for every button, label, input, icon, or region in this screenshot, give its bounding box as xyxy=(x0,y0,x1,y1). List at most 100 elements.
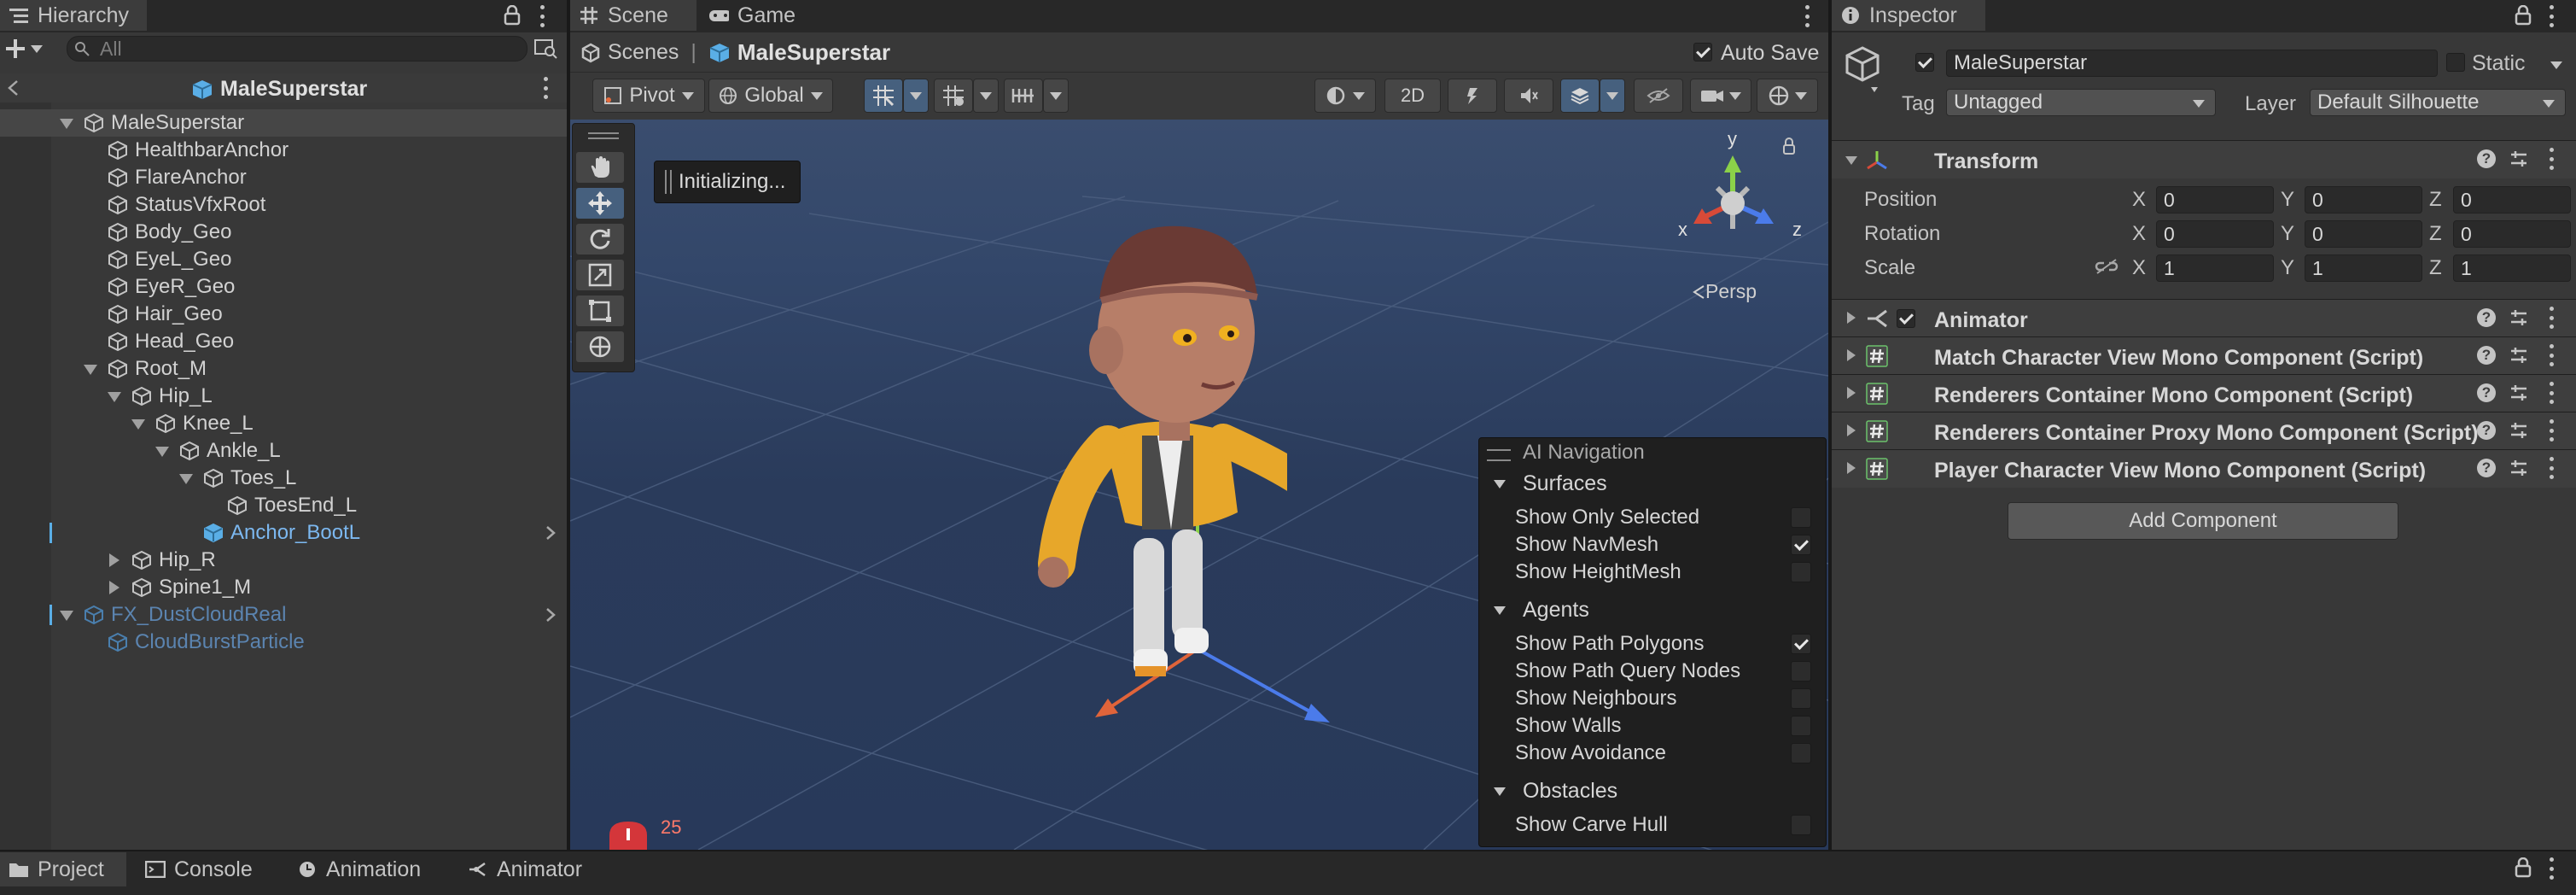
gameobject-name-field[interactable]: MaleSuperstar xyxy=(1946,50,2438,77)
inspector-lock-icon[interactable] xyxy=(2515,4,2532,30)
section-foldout-icon[interactable] xyxy=(1494,606,1506,615)
presets-icon[interactable] xyxy=(2509,346,2528,365)
nav-option-checkbox[interactable] xyxy=(1791,535,1811,555)
help-icon[interactable]: ? xyxy=(2477,459,2496,477)
nav-option-checkbox[interactable] xyxy=(1791,815,1811,835)
help-icon[interactable]: ? xyxy=(2477,149,2496,168)
hierarchy-row[interactable]: Spine1_M xyxy=(0,574,567,601)
effects-toggle[interactable] xyxy=(1560,79,1600,113)
hierarchy-row[interactable]: ToesEnd_L xyxy=(0,492,567,519)
pivot-dropdown[interactable]: Pivot xyxy=(592,79,705,113)
nav-option-checkbox[interactable] xyxy=(1791,716,1811,736)
hierarchy-row[interactable]: Anchor_BootL xyxy=(0,519,567,547)
scene-menu-icon[interactable] xyxy=(543,77,548,99)
transform-header[interactable]: Transform xyxy=(1832,140,2576,178)
tab-animation[interactable]: Animation xyxy=(288,852,451,886)
increment-snap-toggle[interactable] xyxy=(1004,79,1043,113)
breadcrumb-root[interactable]: Scenes xyxy=(608,40,679,65)
open-prefab-chevron-icon[interactable] xyxy=(545,525,557,541)
hierarchy-row[interactable]: StatusVfxRoot xyxy=(0,191,567,219)
component-header[interactable]: Animator xyxy=(1832,299,2576,337)
hierarchy-search-input[interactable]: All xyxy=(67,36,527,61)
hierarchy-row[interactable]: Root_M xyxy=(0,355,567,383)
constrain-proportions-icon[interactable] xyxy=(2095,258,2118,279)
scene-visibility-toggle[interactable] xyxy=(1634,79,1683,113)
add-button[interactable] xyxy=(5,36,56,61)
hierarchy-row[interactable]: Hip_R xyxy=(0,547,567,574)
hand-tool[interactable] xyxy=(576,152,624,183)
collapsed-arrow-icon[interactable] xyxy=(1847,387,1856,399)
scale-tool[interactable] xyxy=(576,260,624,290)
nav-option-checkbox[interactable] xyxy=(1791,634,1811,654)
hierarchy-row[interactable]: EyeR_Geo xyxy=(0,273,567,301)
component-menu-icon[interactable] xyxy=(2549,148,2554,170)
expand-arrow-icon[interactable] xyxy=(84,365,97,375)
transform-x-field[interactable]: 0 xyxy=(2156,220,2274,248)
drag-handle-icon[interactable] xyxy=(1487,449,1511,461)
grid-snap-dropdown[interactable] xyxy=(903,79,929,113)
transform-y-field[interactable]: 0 xyxy=(2305,220,2422,248)
grid-visibility-dropdown[interactable] xyxy=(973,79,999,113)
static-dropdown[interactable] xyxy=(2550,58,2562,73)
tab-hierarchy[interactable]: Hierarchy xyxy=(0,0,147,31)
expand-arrow-icon[interactable] xyxy=(155,447,169,457)
effects-dropdown[interactable] xyxy=(1600,79,1625,113)
move-tool[interactable] xyxy=(576,188,624,219)
component-header[interactable]: Match Character View Mono Component (Scr… xyxy=(1832,336,2576,375)
tab-animator[interactable]: Animator xyxy=(459,852,604,886)
help-icon[interactable]: ? xyxy=(2477,421,2496,440)
collapsed-arrow-icon[interactable] xyxy=(1847,462,1856,474)
presets-icon[interactable] xyxy=(2509,383,2528,402)
inspector-menu-icon[interactable] xyxy=(2549,5,2554,27)
nav-section-heading[interactable]: Surfaces xyxy=(1523,471,1607,496)
hierarchy-row[interactable]: Body_Geo xyxy=(0,219,567,246)
rotate-tool[interactable] xyxy=(576,224,624,254)
hierarchy-row[interactable]: Knee_L xyxy=(0,410,567,437)
tab-scene[interactable]: Scene xyxy=(570,0,696,31)
scene-search-icon[interactable] xyxy=(534,38,558,64)
section-foldout-icon[interactable] xyxy=(1494,787,1506,796)
collapsed-arrow-icon[interactable] xyxy=(1847,349,1856,361)
hierarchy-row[interactable]: Hip_L xyxy=(0,383,567,410)
component-menu-icon[interactable] xyxy=(2549,457,2554,479)
nav-option-checkbox[interactable] xyxy=(1791,562,1811,582)
hierarchy-row[interactable]: Hair_Geo xyxy=(0,301,567,328)
increment-snap-dropdown[interactable] xyxy=(1043,79,1069,113)
collapsed-arrow-icon[interactable] xyxy=(109,553,119,567)
hierarchy-row[interactable]: Head_Geo xyxy=(0,328,567,355)
static-checkbox[interactable] xyxy=(2446,53,2465,72)
nav-option-checkbox[interactable] xyxy=(1791,507,1811,528)
component-menu-icon[interactable] xyxy=(2549,344,2554,366)
component-menu-icon[interactable] xyxy=(2549,419,2554,442)
presets-icon[interactable] xyxy=(2509,308,2528,327)
transform-x-field[interactable]: 0 xyxy=(2156,186,2274,214)
collapsed-arrow-icon[interactable] xyxy=(1847,312,1856,324)
component-enabled-checkbox[interactable] xyxy=(1897,309,1915,328)
hierarchy-row[interactable]: FlareAnchor xyxy=(0,164,567,191)
nav-section-heading[interactable]: Agents xyxy=(1523,598,1589,623)
tab-project[interactable]: Project xyxy=(0,852,126,886)
gameobject-icon[interactable] xyxy=(1844,44,1881,100)
gameobject-active-checkbox[interactable] xyxy=(1915,53,1934,72)
nav-option-checkbox[interactable] xyxy=(1791,743,1811,763)
expand-arrow-icon[interactable] xyxy=(131,419,145,430)
rect-tool[interactable] xyxy=(576,295,624,326)
scene-tabs-menu-icon[interactable] xyxy=(1804,5,1810,27)
component-header[interactable]: Renderers Container Mono Component (Scri… xyxy=(1832,374,2576,412)
orientation-gizmo[interactable]: y x z xyxy=(1673,128,1818,265)
tab-game[interactable]: Game xyxy=(700,0,802,31)
lighting-toggle[interactable] xyxy=(1448,79,1497,113)
tab-inspector[interactable]: Inspector xyxy=(1832,0,1985,31)
hierarchy-row[interactable]: FX_DustCloudReal xyxy=(0,601,567,629)
transform-x-field[interactable]: 1 xyxy=(2156,254,2274,282)
expand-arrow-icon[interactable] xyxy=(60,611,73,621)
transform-z-field[interactable]: 1 xyxy=(2453,254,2571,282)
hierarchy-row[interactable]: Ankle_L xyxy=(0,437,567,465)
bottom-menu-icon[interactable] xyxy=(2549,857,2554,880)
lock-icon[interactable] xyxy=(504,4,521,30)
transform-y-field[interactable]: 1 xyxy=(2305,254,2422,282)
bottom-lock-icon[interactable] xyxy=(2515,857,2532,882)
transform-z-field[interactable]: 0 xyxy=(2453,186,2571,214)
component-header[interactable]: Player Character View Mono Component (Sc… xyxy=(1832,449,2576,488)
hierarchy-row[interactable]: Toes_L xyxy=(0,465,567,492)
